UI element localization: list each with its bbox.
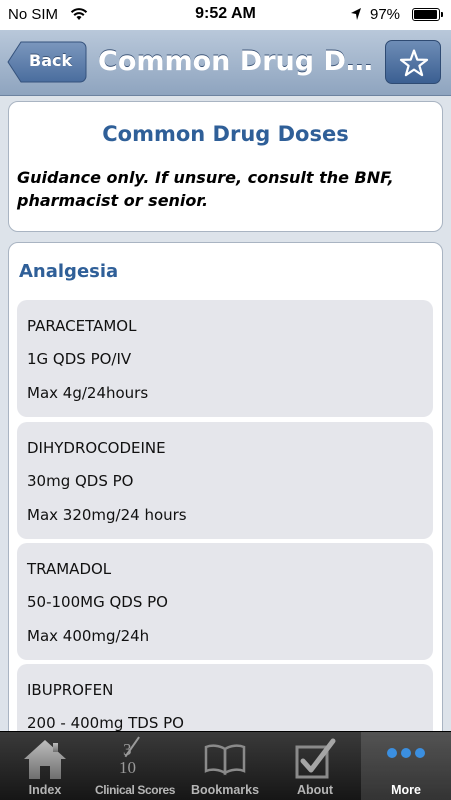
drug-max-dose: Max 320mg/24 hours: [27, 506, 187, 524]
drug-name: DIHYDROCODEINE: [27, 439, 166, 457]
analgesia-section: Analgesia PARACETAMOL 1G QDS PO/IV Max 4…: [8, 242, 443, 731]
drug-dose: 30mg QDS PO: [27, 472, 134, 490]
tab-index-label: Index: [28, 783, 62, 797]
drug-name: TRAMADOL: [27, 560, 112, 578]
content-area[interactable]: Common Drug Doses Guidance only. If unsu…: [0, 97, 451, 731]
tab-clinical-scores[interactable]: 3 10 Clinical Scores: [90, 732, 180, 800]
tab-bar: Index 3 10 Clinical Scores Bookmarks Abo…: [0, 731, 451, 800]
drug-max-dose: Max 400mg/24h: [27, 627, 150, 645]
drug-dose: 200 - 400mg TDS PO: [27, 714, 184, 731]
tab-index[interactable]: Index: [0, 732, 90, 800]
battery-icon: [412, 8, 443, 21]
drug-item-ibuprofen: IBUPROFEN 200 - 400mg TDS PO: [17, 664, 433, 731]
tab-about[interactable]: About: [270, 732, 360, 800]
more-dots-icon: [361, 737, 451, 781]
drug-item-tramadol: TRAMADOL 50-100MG QDS PO Max 400mg/24h: [17, 543, 433, 660]
back-button[interactable]: Back: [7, 41, 87, 83]
drug-dose: 50-100MG QDS PO: [27, 593, 168, 611]
tab-more-label: More: [391, 783, 421, 797]
tab-more[interactable]: More: [361, 732, 451, 800]
drug-item-paracetamol: PARACETAMOL 1G QDS PO/IV Max 4g/24hours: [17, 300, 433, 417]
open-book-icon: [180, 737, 270, 781]
house-icon: [0, 737, 90, 781]
drug-name: PARACETAMOL: [27, 317, 137, 335]
drug-item-dihydrocodeine: DIHYDROCODEINE 30mg QDS PO Max 320mg/24 …: [17, 422, 433, 539]
score-icon-denominator: 10: [119, 758, 136, 777]
tab-bookmarks[interactable]: Bookmarks: [180, 732, 270, 800]
category-title: Analgesia: [19, 261, 119, 282]
tab-clinical-scores-label: Clinical Scores: [94, 783, 176, 797]
score-fraction-icon: 3 10: [90, 736, 180, 781]
section-heading: Common Drug Doses: [102, 122, 349, 146]
back-button-label: Back: [29, 51, 73, 70]
checkbox-icon: [270, 737, 360, 781]
drug-name: IBUPROFEN: [27, 681, 114, 699]
star-icon: [399, 49, 429, 77]
header-card: Common Drug Doses Guidance only. If unsu…: [8, 101, 443, 232]
drug-max-dose: Max 4g/24hours: [27, 384, 149, 402]
status-bar: No SIM 9:52 AM 97%: [0, 0, 451, 30]
bookmark-button[interactable]: [385, 40, 441, 84]
navigation-bar: Back Common Drug Dos…: [0, 30, 451, 96]
drug-dose: 1G QDS PO/IV: [27, 350, 132, 368]
page-title: Common Drug Dos…: [98, 46, 380, 77]
guidance-note: Guidance only. If unsure, consult the BN…: [17, 168, 394, 210]
tab-bookmarks-label: Bookmarks: [190, 783, 260, 797]
location-arrow-icon: [350, 7, 362, 21]
battery-percent: 97%: [370, 6, 401, 23]
tab-about-label: About: [296, 783, 334, 797]
